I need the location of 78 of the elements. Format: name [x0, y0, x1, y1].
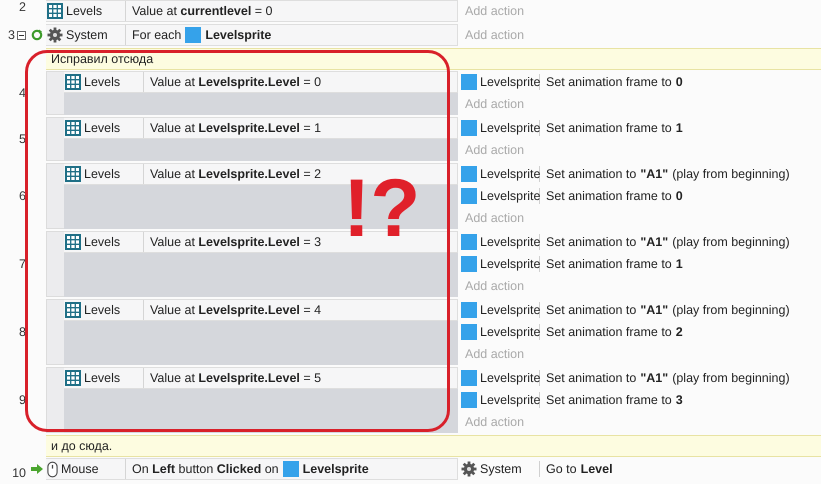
sprite-icon: [185, 27, 202, 43]
condition-text: Value at Levelsprite.Level = 3: [150, 235, 322, 249]
sprite-icon: [461, 370, 477, 386]
object-name: Levels: [84, 235, 120, 249]
object-name: Levelsprite: [480, 235, 540, 249]
object-name: Levelsprite: [480, 325, 540, 339]
condition-text: Value at Levelsprite.Level = 4: [150, 303, 322, 317]
add-action-link[interactable]: Add action: [460, 411, 821, 433]
object-name: Levels: [84, 121, 120, 135]
action-text: Set animation to "A1" (play from beginning): [545, 303, 790, 317]
loop-icon: [31, 29, 43, 41]
event-number: 6: [19, 189, 26, 203]
sprite-icon: [461, 166, 477, 182]
object-name: System: [66, 28, 108, 42]
condition-text: For each: [132, 28, 182, 42]
action-text: Go to Level: [545, 462, 613, 476]
object-name: Levels: [66, 4, 102, 18]
comment-text: и до сюда.: [46, 435, 821, 457]
add-action-link[interactable]: Add action: [460, 275, 821, 297]
sprite-icon: [461, 256, 477, 272]
action-text: Set animation frame to 1: [545, 257, 683, 271]
object-name: System: [480, 462, 522, 476]
add-action-link[interactable]: Add action: [460, 24, 821, 46]
event-number: 7: [19, 257, 26, 271]
arrow-icon: [30, 463, 44, 475]
object-name: Levelsprite: [480, 167, 540, 181]
event-number: 9: [19, 393, 26, 407]
sprite-icon: [282, 461, 299, 477]
action-text: Set animation frame to 1: [545, 121, 683, 135]
object-name: Mouse: [61, 462, 99, 476]
sprite-icon: [461, 188, 477, 204]
sprite-icon: [461, 392, 477, 408]
object-name: Levelsprite: [480, 303, 540, 317]
comment-text: Исправил отсюда: [46, 48, 821, 70]
action-text: Set animation frame to 0: [545, 189, 683, 203]
object-name: Levelsprite: [205, 28, 272, 42]
add-action-link[interactable]: Add action: [460, 343, 821, 365]
action-text: Set animation to "A1" (play from beginning): [545, 371, 790, 385]
sprite-icon: [461, 120, 477, 136]
object-name: Levelsprite: [480, 75, 540, 89]
add-action-link[interactable]: Add action: [460, 93, 821, 115]
condition-text: Value at currentlevel = 0: [132, 4, 272, 18]
event-number: 5: [19, 132, 26, 146]
object-name: Levelsprite: [480, 257, 540, 271]
add-action-link[interactable]: Add action: [460, 139, 821, 161]
action-text: Set animation frame to 2: [545, 325, 683, 339]
sprite-icon: [461, 74, 477, 90]
object-name: Levelsprite: [480, 189, 540, 203]
object-name: Levels: [84, 371, 120, 385]
sprite-icon: [461, 302, 477, 318]
event-number: 10: [12, 466, 26, 480]
condition-text: On Left button Clicked on: [132, 462, 279, 476]
event-number: 2: [19, 0, 26, 14]
action-text: Set animation frame to 0: [545, 75, 683, 89]
add-action-link[interactable]: Add action: [460, 207, 821, 229]
add-action-link[interactable]: Add action: [460, 0, 821, 22]
action-text: Set animation frame to 3: [545, 393, 683, 407]
condition-text: Value at Levelsprite.Level = 0: [150, 75, 322, 89]
object-name: Levelsprite: [480, 371, 540, 385]
object-name: Levels: [84, 75, 120, 89]
collapse-icon[interactable]: [17, 30, 26, 40]
event-number: 4: [19, 86, 26, 100]
object-name: Levels: [84, 303, 120, 317]
condition-text: Value at Levelsprite.Level = 2: [150, 167, 322, 181]
object-name: Levelsprite: [480, 393, 540, 407]
action-text: Set animation to "A1" (play from beginning): [545, 167, 790, 181]
sprite-icon: [461, 324, 477, 340]
annotation-text: !?: [343, 168, 420, 250]
object-name: Levels: [84, 167, 120, 181]
sprite-icon: [461, 234, 477, 250]
condition-text: Value at Levelsprite.Level = 1: [150, 121, 322, 135]
gear-icon: [461, 461, 477, 477]
event-number: 3: [8, 28, 15, 42]
condition-text: Value at Levelsprite.Level = 5: [150, 371, 322, 385]
object-name: Levelsprite: [302, 462, 369, 476]
action-text: Set animation to "A1" (play from beginning): [545, 235, 790, 249]
event-number: 8: [19, 325, 26, 339]
object-name: Levelsprite: [480, 121, 540, 135]
